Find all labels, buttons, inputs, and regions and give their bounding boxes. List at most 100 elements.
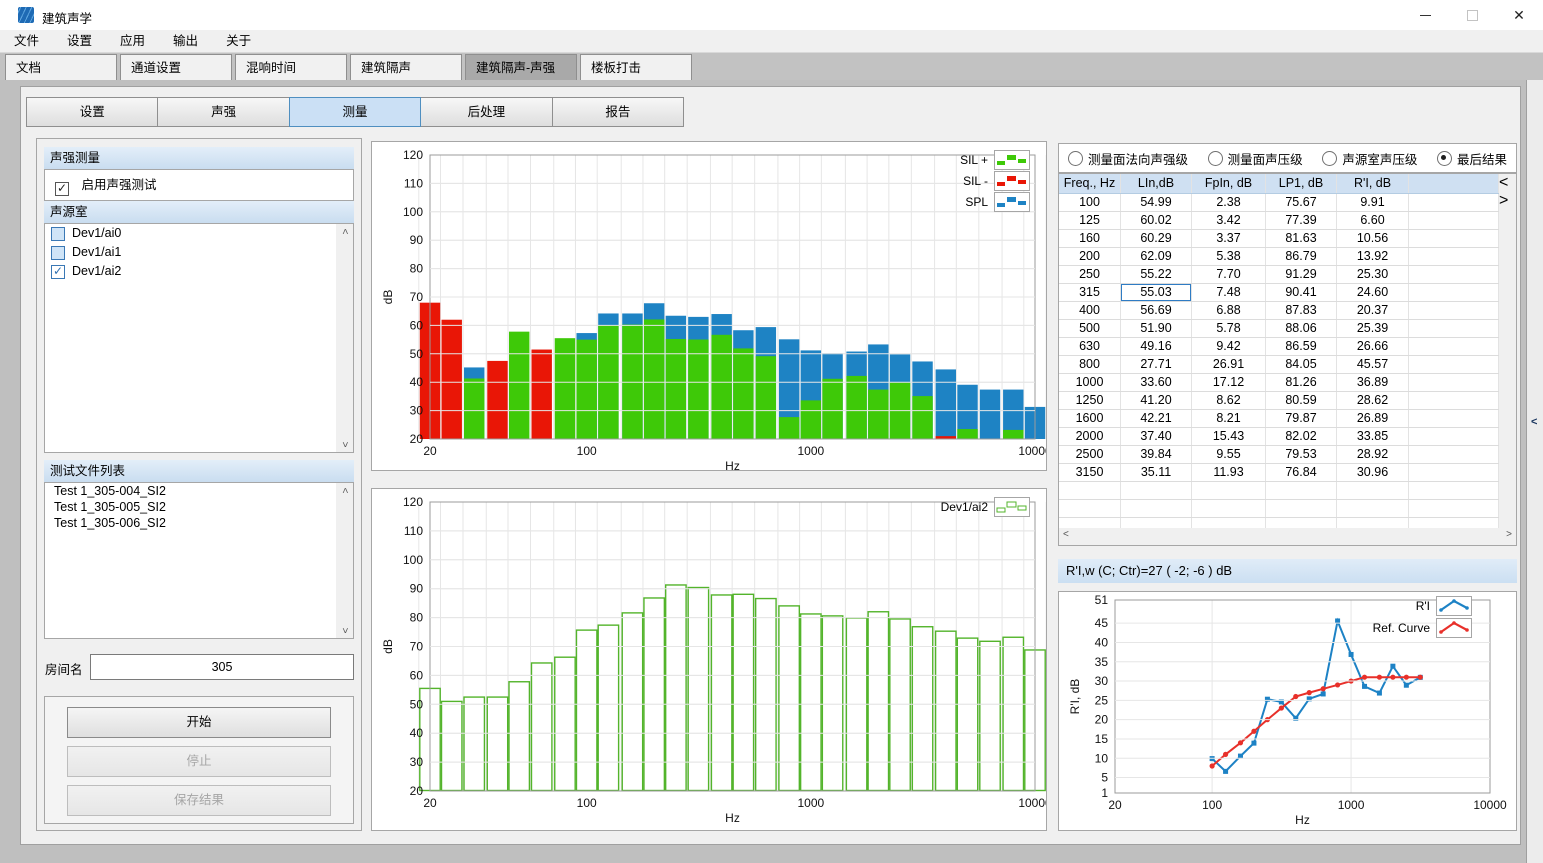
table-cell[interactable]: 11.93 — [1192, 464, 1266, 481]
table-cell[interactable]: 77.39 — [1266, 212, 1337, 229]
main-tab[interactable]: 混响时间 — [235, 54, 347, 80]
scroll-down-icon[interactable]: > — [339, 436, 350, 453]
channel-list-item[interactable]: ✓Dev1/ai2 — [45, 262, 353, 281]
menu-item[interactable]: 关于 — [212, 30, 265, 52]
panel-collapse-handle[interactable]: < — [1526, 80, 1543, 863]
main-tab[interactable]: 建筑隔声-声强 — [465, 54, 577, 80]
result-view-radio[interactable]: 测量面声压级 — [1208, 149, 1303, 168]
table-cell[interactable]: 3.42 — [1192, 212, 1266, 229]
table-cell[interactable]: 45.57 — [1337, 356, 1409, 373]
scroll-down-icon[interactable]: > — [339, 622, 350, 639]
table-cell[interactable]: 6.88 — [1192, 302, 1266, 319]
table-cell[interactable]: 1000 — [1059, 374, 1121, 391]
table-cell[interactable]: 90.41 — [1266, 284, 1337, 301]
table-cell[interactable]: 25.30 — [1337, 266, 1409, 283]
result-view-radio[interactable]: 测量面法向声强级 — [1068, 149, 1188, 168]
table-cell[interactable]: 81.63 — [1266, 230, 1337, 247]
table-cell[interactable]: 28.92 — [1337, 446, 1409, 463]
main-tab[interactable]: 文档 — [5, 54, 117, 80]
table-horizontal-scrollbar[interactable]: < > — [1059, 528, 1516, 545]
test-file-item[interactable]: Test 1_305-004_SI2 — [45, 483, 353, 499]
table-cell[interactable]: 80.59 — [1266, 392, 1337, 409]
table-cell[interactable]: 24.60 — [1337, 284, 1409, 301]
table-cell[interactable]: 250 — [1059, 266, 1121, 283]
table-cell[interactable]: 79.87 — [1266, 410, 1337, 427]
table-cell[interactable]: 75.67 — [1266, 194, 1337, 211]
table-cell[interactable]: 42.21 — [1121, 410, 1192, 427]
table-cell[interactable]: 87.83 — [1266, 302, 1337, 319]
table-cell[interactable]: 33.85 — [1337, 428, 1409, 445]
table-cell[interactable]: 26.91 — [1192, 356, 1266, 373]
table-cell[interactable]: 28.62 — [1337, 392, 1409, 409]
table-cell[interactable]: 41.20 — [1121, 392, 1192, 409]
menu-item[interactable]: 设置 — [53, 30, 106, 52]
table-cell[interactable]: 88.06 — [1266, 320, 1337, 337]
table-cell[interactable]: 160 — [1059, 230, 1121, 247]
table-cell[interactable]: 3150 — [1059, 464, 1121, 481]
file-list-scrollbar[interactable]: <> — [336, 483, 353, 638]
main-tab[interactable]: 楼板打击 — [580, 54, 692, 80]
table-cell[interactable]: 84.05 — [1266, 356, 1337, 373]
scroll-right-icon[interactable]: > — [1506, 529, 1512, 540]
table-cell[interactable]: 26.66 — [1337, 338, 1409, 355]
maximize-button[interactable] — [1452, 0, 1492, 30]
table-cell[interactable]: 51.90 — [1121, 320, 1192, 337]
channel-checkbox[interactable]: ✓ — [51, 265, 65, 279]
table-cell[interactable]: 5.38 — [1192, 248, 1266, 265]
channel-list-scrollbar[interactable]: <> — [336, 224, 353, 452]
table-cell[interactable]: 35.11 — [1121, 464, 1192, 481]
table-cell[interactable]: 2000 — [1059, 428, 1121, 445]
minimize-button[interactable] — [1405, 0, 1445, 30]
table-cell[interactable]: 25.39 — [1337, 320, 1409, 337]
table-cell[interactable]: 400 — [1059, 302, 1121, 319]
stop-button[interactable]: 停止 — [67, 746, 331, 777]
scroll-down-icon[interactable]: > — [1499, 192, 1508, 209]
save-result-button[interactable]: 保存结果 — [67, 785, 331, 816]
table-cell[interactable]: 27.71 — [1121, 356, 1192, 373]
table-cell[interactable]: 37.40 — [1121, 428, 1192, 445]
channel-checkbox[interactable] — [51, 227, 65, 241]
channel-checkbox[interactable] — [51, 246, 65, 260]
table-cell[interactable]: 125 — [1059, 212, 1121, 229]
table-cell[interactable]: 630 — [1059, 338, 1121, 355]
table-cell[interactable]: 7.48 — [1192, 284, 1266, 301]
table-cell[interactable]: 8.62 — [1192, 392, 1266, 409]
sub-tab[interactable]: 声强 — [157, 97, 289, 127]
table-cell[interactable]: 55.22 — [1121, 266, 1192, 283]
table-cell[interactable]: 86.79 — [1266, 248, 1337, 265]
channel-list-item[interactable]: Dev1/ai1 — [45, 243, 353, 262]
table-cell[interactable]: 82.02 — [1266, 428, 1337, 445]
table-cell[interactable]: 8.21 — [1192, 410, 1266, 427]
table-cell[interactable]: 91.29 — [1266, 266, 1337, 283]
table-cell[interactable]: 13.92 — [1337, 248, 1409, 265]
table-cell[interactable]: 81.26 — [1266, 374, 1337, 391]
start-button[interactable]: 开始 — [67, 707, 331, 738]
table-cell[interactable]: 5.78 — [1192, 320, 1266, 337]
table-cell[interactable]: 2.38 — [1192, 194, 1266, 211]
enable-test-checkbox[interactable]: ✓ — [55, 182, 69, 196]
menu-item[interactable]: 文件 — [0, 30, 53, 52]
table-cell[interactable]: 60.29 — [1121, 230, 1192, 247]
test-file-item[interactable]: Test 1_305-006_SI2 — [45, 515, 353, 531]
table-cell[interactable]: 200 — [1059, 248, 1121, 265]
main-tab[interactable]: 通道设置 — [120, 54, 232, 80]
scroll-up-icon[interactable]: < — [1499, 174, 1508, 191]
table-cell[interactable]: 60.02 — [1121, 212, 1192, 229]
table-cell[interactable]: 39.84 — [1121, 446, 1192, 463]
table-cell[interactable]: 6.60 — [1337, 212, 1409, 229]
room-name-input[interactable] — [90, 654, 354, 680]
sub-tab[interactable]: 后处理 — [420, 97, 552, 127]
table-cell[interactable]: 1250 — [1059, 392, 1121, 409]
table-cell[interactable]: 33.60 — [1121, 374, 1192, 391]
table-cell[interactable]: 2500 — [1059, 446, 1121, 463]
table-cell[interactable]: 62.09 — [1121, 248, 1192, 265]
result-view-radio[interactable]: 最后结果 — [1437, 149, 1507, 168]
table-cell[interactable]: 36.89 — [1337, 374, 1409, 391]
table-cell[interactable]: 49.16 — [1121, 338, 1192, 355]
table-cell[interactable]: 10.56 — [1337, 230, 1409, 247]
source-room-channel-list[interactable]: Dev1/ai0Dev1/ai1✓Dev1/ai2<> — [44, 223, 354, 453]
table-vertical-scrollbar[interactable]: < > — [1499, 174, 1516, 528]
table-cell[interactable]: 17.12 — [1192, 374, 1266, 391]
main-tab[interactable]: 建筑隔声 — [350, 54, 462, 80]
table-cell[interactable]: 56.69 — [1121, 302, 1192, 319]
